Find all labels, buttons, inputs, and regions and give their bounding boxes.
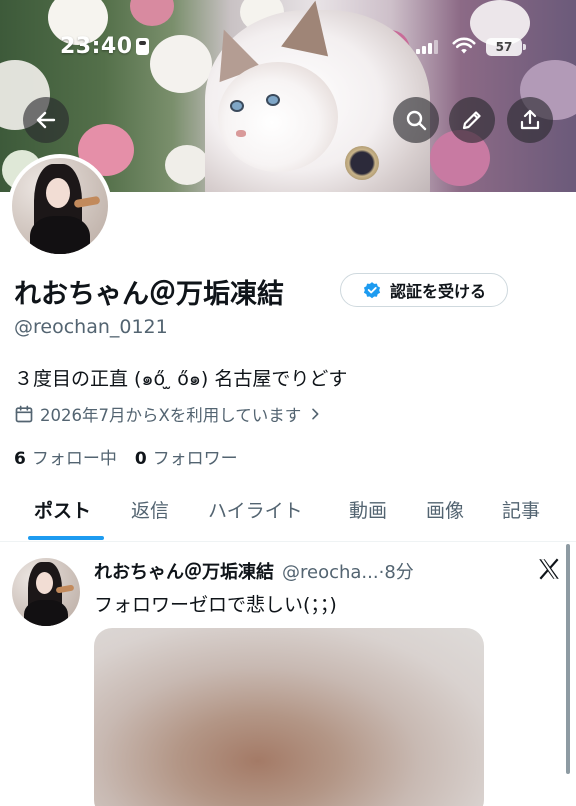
- profile-handle: @reochan_0121: [14, 316, 168, 338]
- following-label: フォロー中: [31, 449, 117, 469]
- following-link[interactable]: 6 フォロー中: [14, 444, 117, 469]
- post-author-name[interactable]: れおちゃん＠万垢凍結: [94, 558, 274, 584]
- battery-indicator: 57: [486, 38, 526, 56]
- pencil-icon: [462, 111, 481, 130]
- calendar-icon: [15, 405, 33, 423]
- followers-label: フォロワー: [152, 449, 238, 469]
- x-logo-icon[interactable]: [536, 556, 562, 582]
- joined-date[interactable]: 2026年7月からXを利用しています: [14, 402, 323, 426]
- tab-videos[interactable]: 動画: [349, 496, 387, 523]
- tabs-divider: [0, 541, 576, 542]
- display-name: れおちゃん＠万垢凍結: [14, 279, 284, 310]
- avatar-photo: [12, 158, 108, 254]
- followers-link[interactable]: 0 フォロワー: [135, 444, 238, 469]
- status-time: 23:40: [60, 34, 133, 59]
- search-button[interactable]: [393, 97, 439, 143]
- tab-articles[interactable]: 記事: [502, 496, 540, 523]
- share-icon: [520, 109, 540, 130]
- post-text: フォロワーゼロで悲しい(；；): [94, 594, 337, 616]
- status-bar: 23:40 57: [0, 34, 576, 60]
- joined-label: 2026年7月からXを利用しています: [40, 406, 302, 425]
- tab-posts[interactable]: ポスト: [34, 496, 91, 523]
- wifi-icon: [452, 37, 476, 54]
- verified-badge-icon: [363, 282, 381, 299]
- active-tab-indicator: [28, 536, 104, 540]
- get-verified-button[interactable]: 認証を受ける: [340, 273, 508, 307]
- tab-replies[interactable]: 返信: [131, 496, 169, 523]
- tab-images[interactable]: 画像: [426, 496, 464, 523]
- chevron-right-icon: [312, 408, 319, 420]
- follow-stats: 6 フォロー中 0 フォロワー: [14, 444, 238, 469]
- edit-button[interactable]: [449, 97, 495, 143]
- post-header: れおちゃん＠万垢凍結 @reocha...·8分: [94, 558, 414, 584]
- post-handle-time: @reocha...·8分: [282, 562, 414, 583]
- back-button[interactable]: [23, 97, 69, 143]
- post-author-avatar[interactable]: [12, 558, 80, 626]
- cellular-signal-icon: [416, 40, 442, 54]
- tab-highlights[interactable]: ハイライト: [208, 496, 303, 523]
- search-icon: [406, 110, 427, 131]
- following-count: 6: [14, 449, 26, 469]
- get-verified-label: 認証を受ける: [389, 282, 486, 301]
- profile-bio: ３度目の正直 (๑ő ̫ ő๑) 名古屋でりどす: [14, 368, 348, 390]
- contact-card-icon: [136, 38, 149, 55]
- scrollbar[interactable]: [566, 544, 570, 774]
- profile-avatar[interactable]: [8, 154, 112, 258]
- profile-tabs: ポスト 返信 ハイライト 動画 画像 記事: [0, 488, 576, 540]
- share-button[interactable]: [507, 97, 553, 143]
- back-arrow-icon: [36, 111, 56, 129]
- followers-count: 0: [134, 449, 147, 469]
- post-media-image[interactable]: [94, 628, 484, 806]
